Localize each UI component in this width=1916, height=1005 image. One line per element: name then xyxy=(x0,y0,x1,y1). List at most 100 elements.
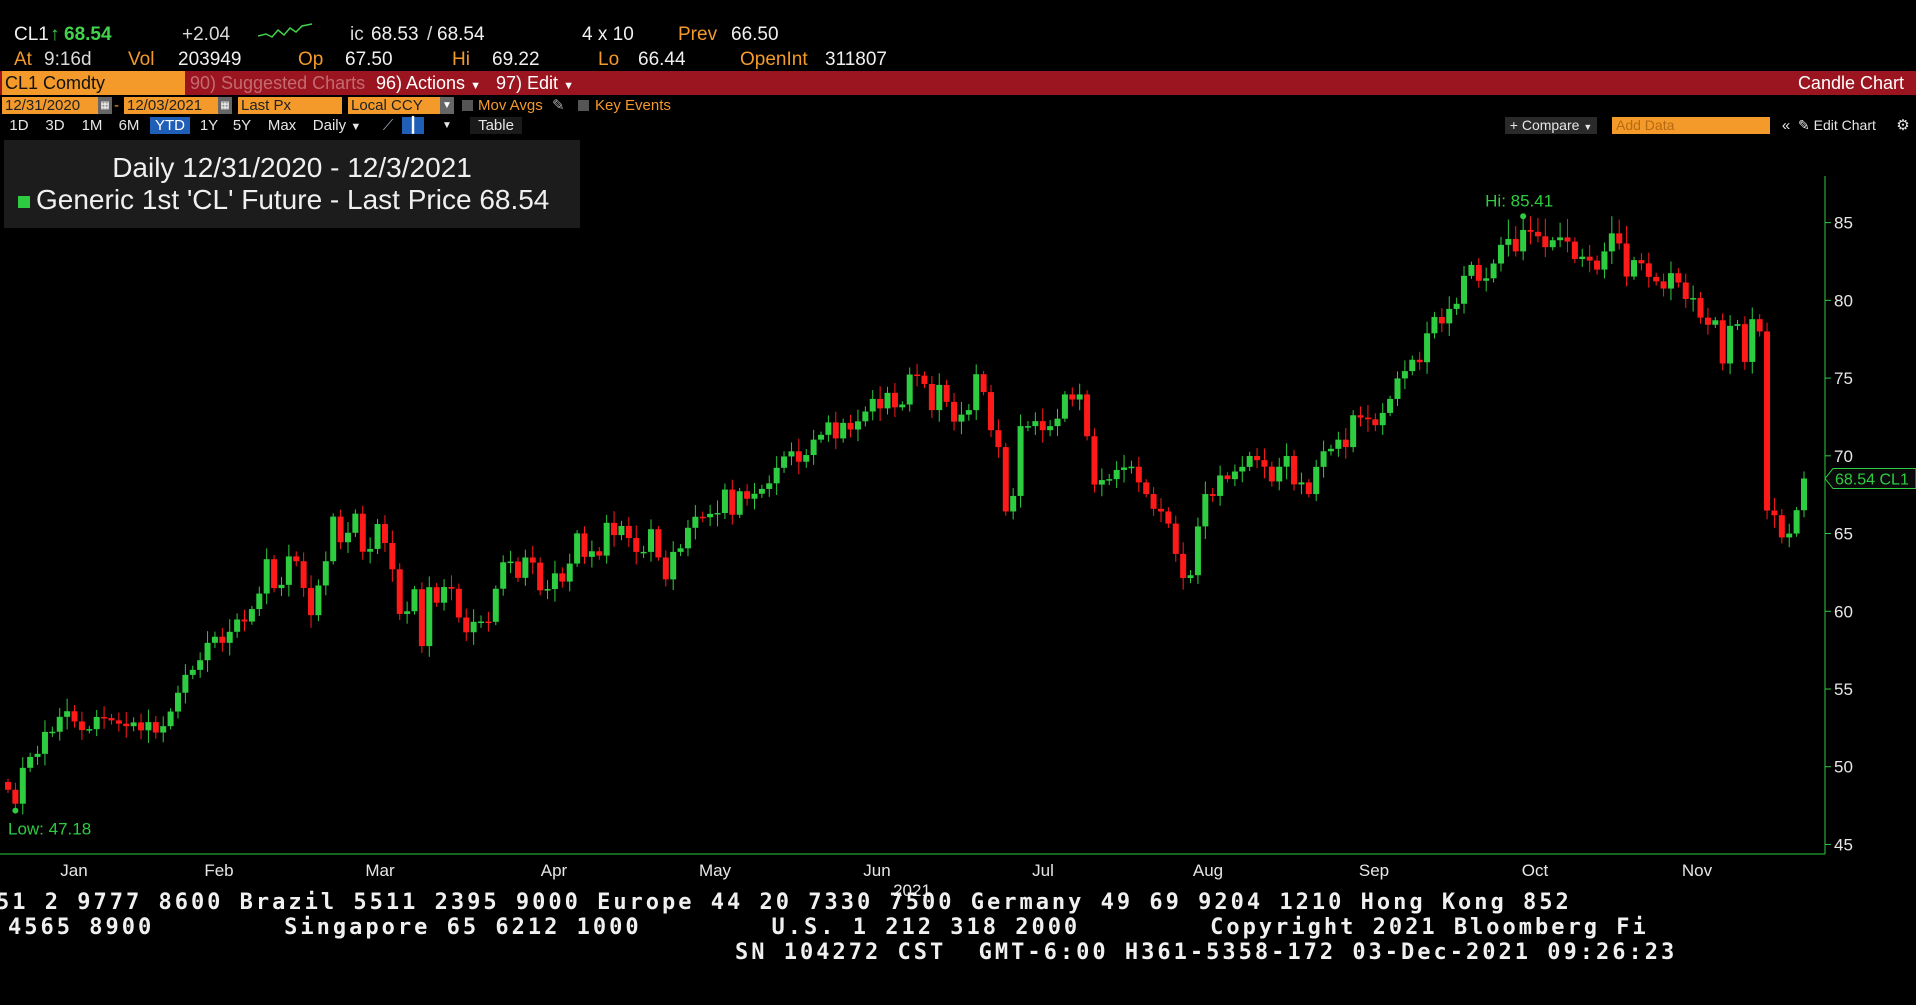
calendar-icon[interactable]: ▦ xyxy=(218,97,232,114)
candle-body xyxy=(315,585,322,616)
edit-chart-button[interactable]: ✎ Edit Chart xyxy=(1798,117,1876,134)
table-button[interactable]: Table xyxy=(470,117,522,134)
candle-body xyxy=(1438,316,1445,324)
candle-body xyxy=(108,718,115,721)
candle-body xyxy=(588,551,595,557)
collapse-icon[interactable]: « xyxy=(1778,117,1794,134)
price-field-select[interactable]: Last Px xyxy=(238,97,342,114)
candle-body xyxy=(1076,394,1083,400)
candle-body xyxy=(211,636,218,643)
currency-select[interactable]: Local CCY xyxy=(348,97,440,114)
menu-bar: CL1 Comdty 90) Suggested Charts 96) Acti… xyxy=(0,71,1916,95)
y-tick-label: 75 xyxy=(1834,369,1853,388)
add-data-input[interactable]: Add Data xyxy=(1612,117,1770,134)
candle-body xyxy=(1475,264,1482,281)
ticker-symbol[interactable]: CL1 xyxy=(14,24,49,46)
candle-chart[interactable]: 45 50 55 60 65 70 75 80 85 Hi: 85.41 Low: 47.18 68.… xyxy=(0,136,1916,896)
x-tick-label: Jan xyxy=(60,861,87,880)
candle-body xyxy=(1741,324,1748,362)
start-date-field[interactable]: 12/31/2020 xyxy=(2,97,98,114)
calendar-icon[interactable]: ▦ xyxy=(98,97,112,114)
range-button-1d[interactable]: 1D xyxy=(4,117,34,134)
x-tick-label: Aug xyxy=(1193,861,1223,880)
edit-menu[interactable]: 97) Edit ▼ xyxy=(490,71,580,95)
open-label: Op xyxy=(298,49,324,70)
candle-body xyxy=(1091,436,1098,485)
last-price-label: 68.54 CL1 xyxy=(1835,472,1909,489)
range-button-max[interactable]: Max xyxy=(262,117,302,134)
candle-body xyxy=(655,529,662,558)
chevron-down-icon[interactable]: ▼ xyxy=(440,97,454,114)
candle-body xyxy=(278,584,285,589)
chevron-down-icon[interactable]: ▼ xyxy=(438,117,456,134)
frequency-select[interactable]: Daily ▼ xyxy=(310,117,364,134)
candle-body xyxy=(1209,494,1216,496)
gear-icon[interactable]: ⚙ xyxy=(1894,117,1912,134)
security-field[interactable]: CL1 Comdty xyxy=(2,71,185,95)
x-tick-label: Jun xyxy=(863,861,890,880)
legend-title: Daily 12/31/2020 - 12/3/2021 xyxy=(112,152,472,183)
candle-body xyxy=(1505,238,1512,245)
candle-body xyxy=(492,588,499,622)
candle-body xyxy=(1667,273,1674,289)
actions-menu[interactable]: 96) Actions ▼ xyxy=(370,71,487,95)
candle-body xyxy=(1564,237,1571,242)
candle-body xyxy=(1690,298,1697,300)
candle-body xyxy=(951,401,958,422)
line-chart-icon[interactable]: ⟋ xyxy=(378,117,398,134)
candle-body xyxy=(285,556,292,585)
x-tick-label: Apr xyxy=(541,861,568,880)
range-button-5y[interactable]: 5Y xyxy=(228,117,256,134)
key-events-label: Key Events xyxy=(595,97,671,114)
candle-body xyxy=(1571,241,1578,260)
candle-body xyxy=(1239,466,1246,472)
candle-body xyxy=(123,723,130,727)
end-date-field[interactable]: 12/03/2021 xyxy=(124,97,218,114)
candle-body xyxy=(441,587,448,603)
price-change: +2.04 xyxy=(182,24,231,45)
candle-body xyxy=(522,557,529,578)
range-button-6m[interactable]: 6M xyxy=(114,117,144,134)
candle-body xyxy=(1387,398,1394,413)
candle-body xyxy=(692,516,699,528)
compare-button[interactable]: + Compare ▼ xyxy=(1505,117,1597,134)
candle-body xyxy=(1106,479,1113,481)
candle-body xyxy=(1616,233,1623,244)
candle-body xyxy=(537,562,544,591)
key-events-checkbox[interactable] xyxy=(578,100,589,111)
suggested-charts-menu[interactable]: 90) Suggested Charts xyxy=(184,71,371,95)
candle-body xyxy=(1801,478,1807,511)
candle-chart-icon[interactable]: ┃ xyxy=(402,117,424,134)
range-button-ytd[interactable]: YTD xyxy=(150,117,190,134)
candle-body xyxy=(1497,244,1504,264)
bid-ask-prefix: ic xyxy=(350,24,364,45)
candle-body xyxy=(1483,278,1490,281)
mov-avgs-label: Mov Avgs xyxy=(478,97,543,114)
compare-label: + Compare xyxy=(1509,117,1580,133)
candle-body xyxy=(1217,475,1224,496)
candle-body xyxy=(758,488,765,494)
candle-body xyxy=(1579,256,1586,260)
sparkline-icon xyxy=(258,23,312,38)
candle-body xyxy=(145,722,152,731)
candle-body xyxy=(1305,482,1312,495)
candle-body xyxy=(189,669,196,675)
range-button-3d[interactable]: 3D xyxy=(40,117,70,134)
candle-body xyxy=(1039,421,1046,431)
candle-body xyxy=(1557,237,1564,241)
mov-avgs-checkbox[interactable] xyxy=(462,100,473,111)
candle-body xyxy=(1461,275,1468,304)
candle-body xyxy=(359,513,366,552)
candle-body xyxy=(418,589,425,647)
candle-body xyxy=(625,525,632,539)
range-button-1m[interactable]: 1M xyxy=(76,117,108,134)
candle-body xyxy=(729,489,736,515)
candle-body xyxy=(1778,515,1785,538)
pencil-icon[interactable]: ✎ xyxy=(552,97,565,114)
candle-body xyxy=(581,533,588,557)
range-button-1y[interactable]: 1Y xyxy=(196,117,222,134)
x-tick-label: Oct xyxy=(1522,861,1549,880)
candle-body xyxy=(1527,229,1534,232)
candle-body xyxy=(1047,426,1054,431)
pencil-icon: ✎ xyxy=(1798,117,1810,133)
